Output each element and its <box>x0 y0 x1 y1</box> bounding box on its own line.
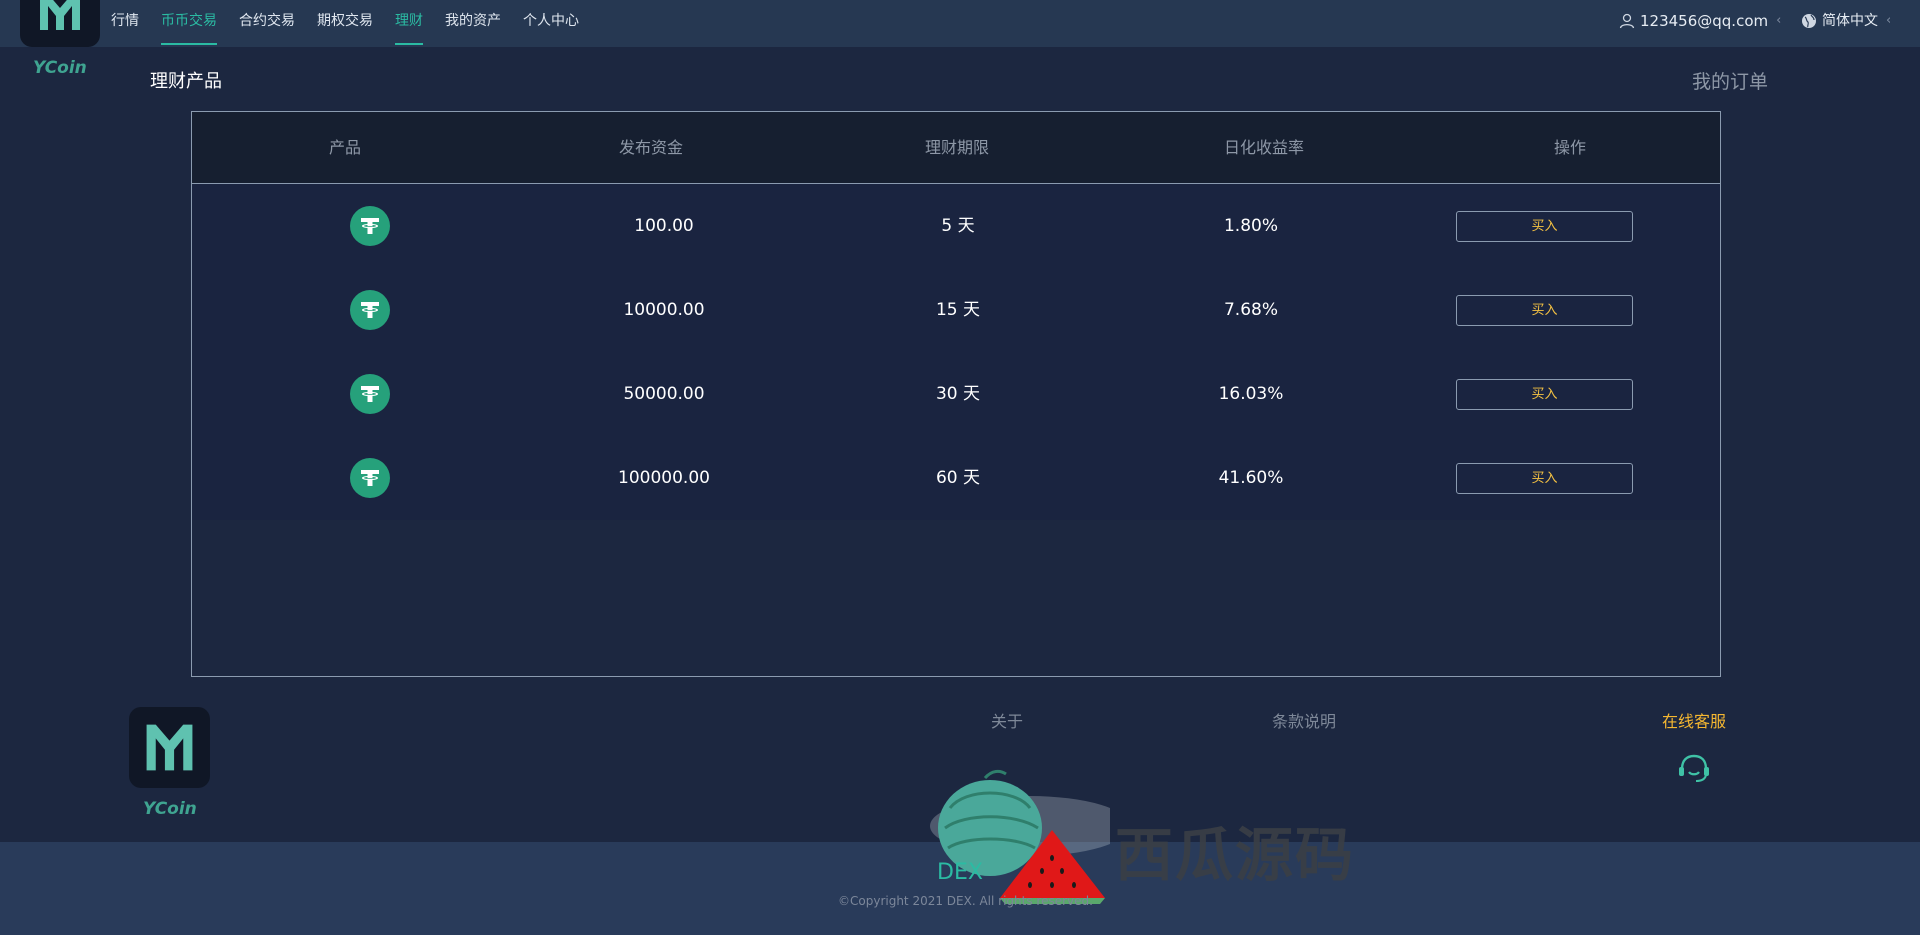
table-row: 100000.00 60 天 41.60% 买入 <box>192 436 1720 520</box>
table-header: 产品 发布资金 理财期限 日化收益率 操作 <box>192 112 1720 184</box>
column-header-amount: 发布资金 <box>618 138 683 157</box>
term-cell: 30 天 <box>935 384 981 404</box>
rate-cell: 7.68% <box>1223 300 1278 320</box>
term-cell: 15 天 <box>935 300 981 320</box>
language-label: 简体中文 <box>1822 13 1878 29</box>
nav-options-trading[interactable]: 期权交易 <box>317 0 373 47</box>
nav-my-assets[interactable]: 我的资产 <box>445 0 501 47</box>
page-title: 理财产品 <box>150 71 222 92</box>
brand-name: YCoin <box>33 58 87 78</box>
footer-brand-name: YCoin <box>143 799 197 819</box>
products-table: 产品 发布资金 理财期限 日化收益率 操作 100.00 5 天 1.80% 买… <box>191 111 1721 677</box>
globe-icon <box>1802 14 1816 28</box>
table-row: 100.00 5 天 1.80% 买入 <box>192 184 1720 268</box>
nav-personal-center[interactable]: 个人中心 <box>523 0 579 47</box>
headset-icon[interactable] <box>1675 751 1713 789</box>
nav-contract-trading[interactable]: 合约交易 <box>239 0 295 47</box>
my-orders-link[interactable]: 我的订单 <box>1692 67 1768 94</box>
user-icon <box>1619 13 1635 29</box>
column-header-term: 理财期限 <box>924 138 989 157</box>
footer-ycoin-logo <box>129 707 210 788</box>
user-email: 123456@qq.com <box>1640 12 1769 30</box>
language-selector[interactable]: 简体中文 ‹ <box>1801 0 1891 42</box>
chevron-left-icon: ‹ <box>1886 13 1892 28</box>
column-header-action: 操作 <box>1553 138 1586 157</box>
about-link[interactable]: 关于 <box>991 708 1023 732</box>
copyright-text: ©Copyright 2021 DEX. All rights reserved… <box>838 894 1093 908</box>
amount-cell: 50000.00 <box>623 384 705 404</box>
watermark-text: 西瓜源码 <box>1115 821 1356 889</box>
watermelon-watermark-icon <box>920 768 1130 912</box>
online-service-link[interactable]: 在线客服 <box>1662 708 1726 732</box>
amount-cell: 10000.00 <box>623 300 705 320</box>
buy-button[interactable]: 买入 <box>1456 379 1633 410</box>
tether-icon <box>350 290 390 330</box>
buy-button[interactable]: 买入 <box>1456 463 1633 494</box>
rate-cell: 16.03% <box>1218 384 1284 404</box>
tether-icon <box>350 458 390 498</box>
nav-finance[interactable]: 理财 <box>395 0 423 47</box>
term-cell: 60 天 <box>935 468 981 488</box>
chevron-left-icon: ‹ <box>1776 13 1782 28</box>
amount-cell: 100.00 <box>634 216 694 236</box>
term-cell: 5 天 <box>941 216 975 236</box>
buy-button[interactable]: 买入 <box>1456 211 1633 242</box>
nav-market[interactable]: 行情 <box>111 0 139 47</box>
main-nav: 行情 币币交易 合约交易 期权交易 理财 我的资产 个人中心 <box>111 0 601 47</box>
rate-cell: 41.60% <box>1218 468 1284 488</box>
buy-button[interactable]: 买入 <box>1456 295 1633 326</box>
nav-spot-trading[interactable]: 币币交易 <box>161 0 217 47</box>
table-body: 100.00 5 天 1.80% 买入 10000.00 15 天 7.68% … <box>192 184 1720 520</box>
rate-cell: 1.80% <box>1223 216 1278 236</box>
tether-icon <box>350 206 390 246</box>
table-row: 50000.00 30 天 16.03% 买入 <box>192 352 1720 436</box>
user-menu[interactable]: 123456@qq.com ‹ <box>1619 0 1781 42</box>
amount-cell: 100000.00 <box>618 468 710 488</box>
top-navbar: 行情 币币交易 合约交易 期权交易 理财 我的资产 个人中心 123456@qq… <box>0 0 1920 47</box>
column-header-rate: 日化收益率 <box>1223 138 1304 157</box>
column-header-product: 产品 <box>328 138 361 157</box>
terms-link[interactable]: 条款说明 <box>1272 708 1336 732</box>
dex-label: DEX <box>937 860 983 885</box>
tether-icon <box>350 374 390 414</box>
table-row: 10000.00 15 天 7.68% 买入 <box>192 268 1720 352</box>
ycoin-logo[interactable] <box>20 0 100 47</box>
